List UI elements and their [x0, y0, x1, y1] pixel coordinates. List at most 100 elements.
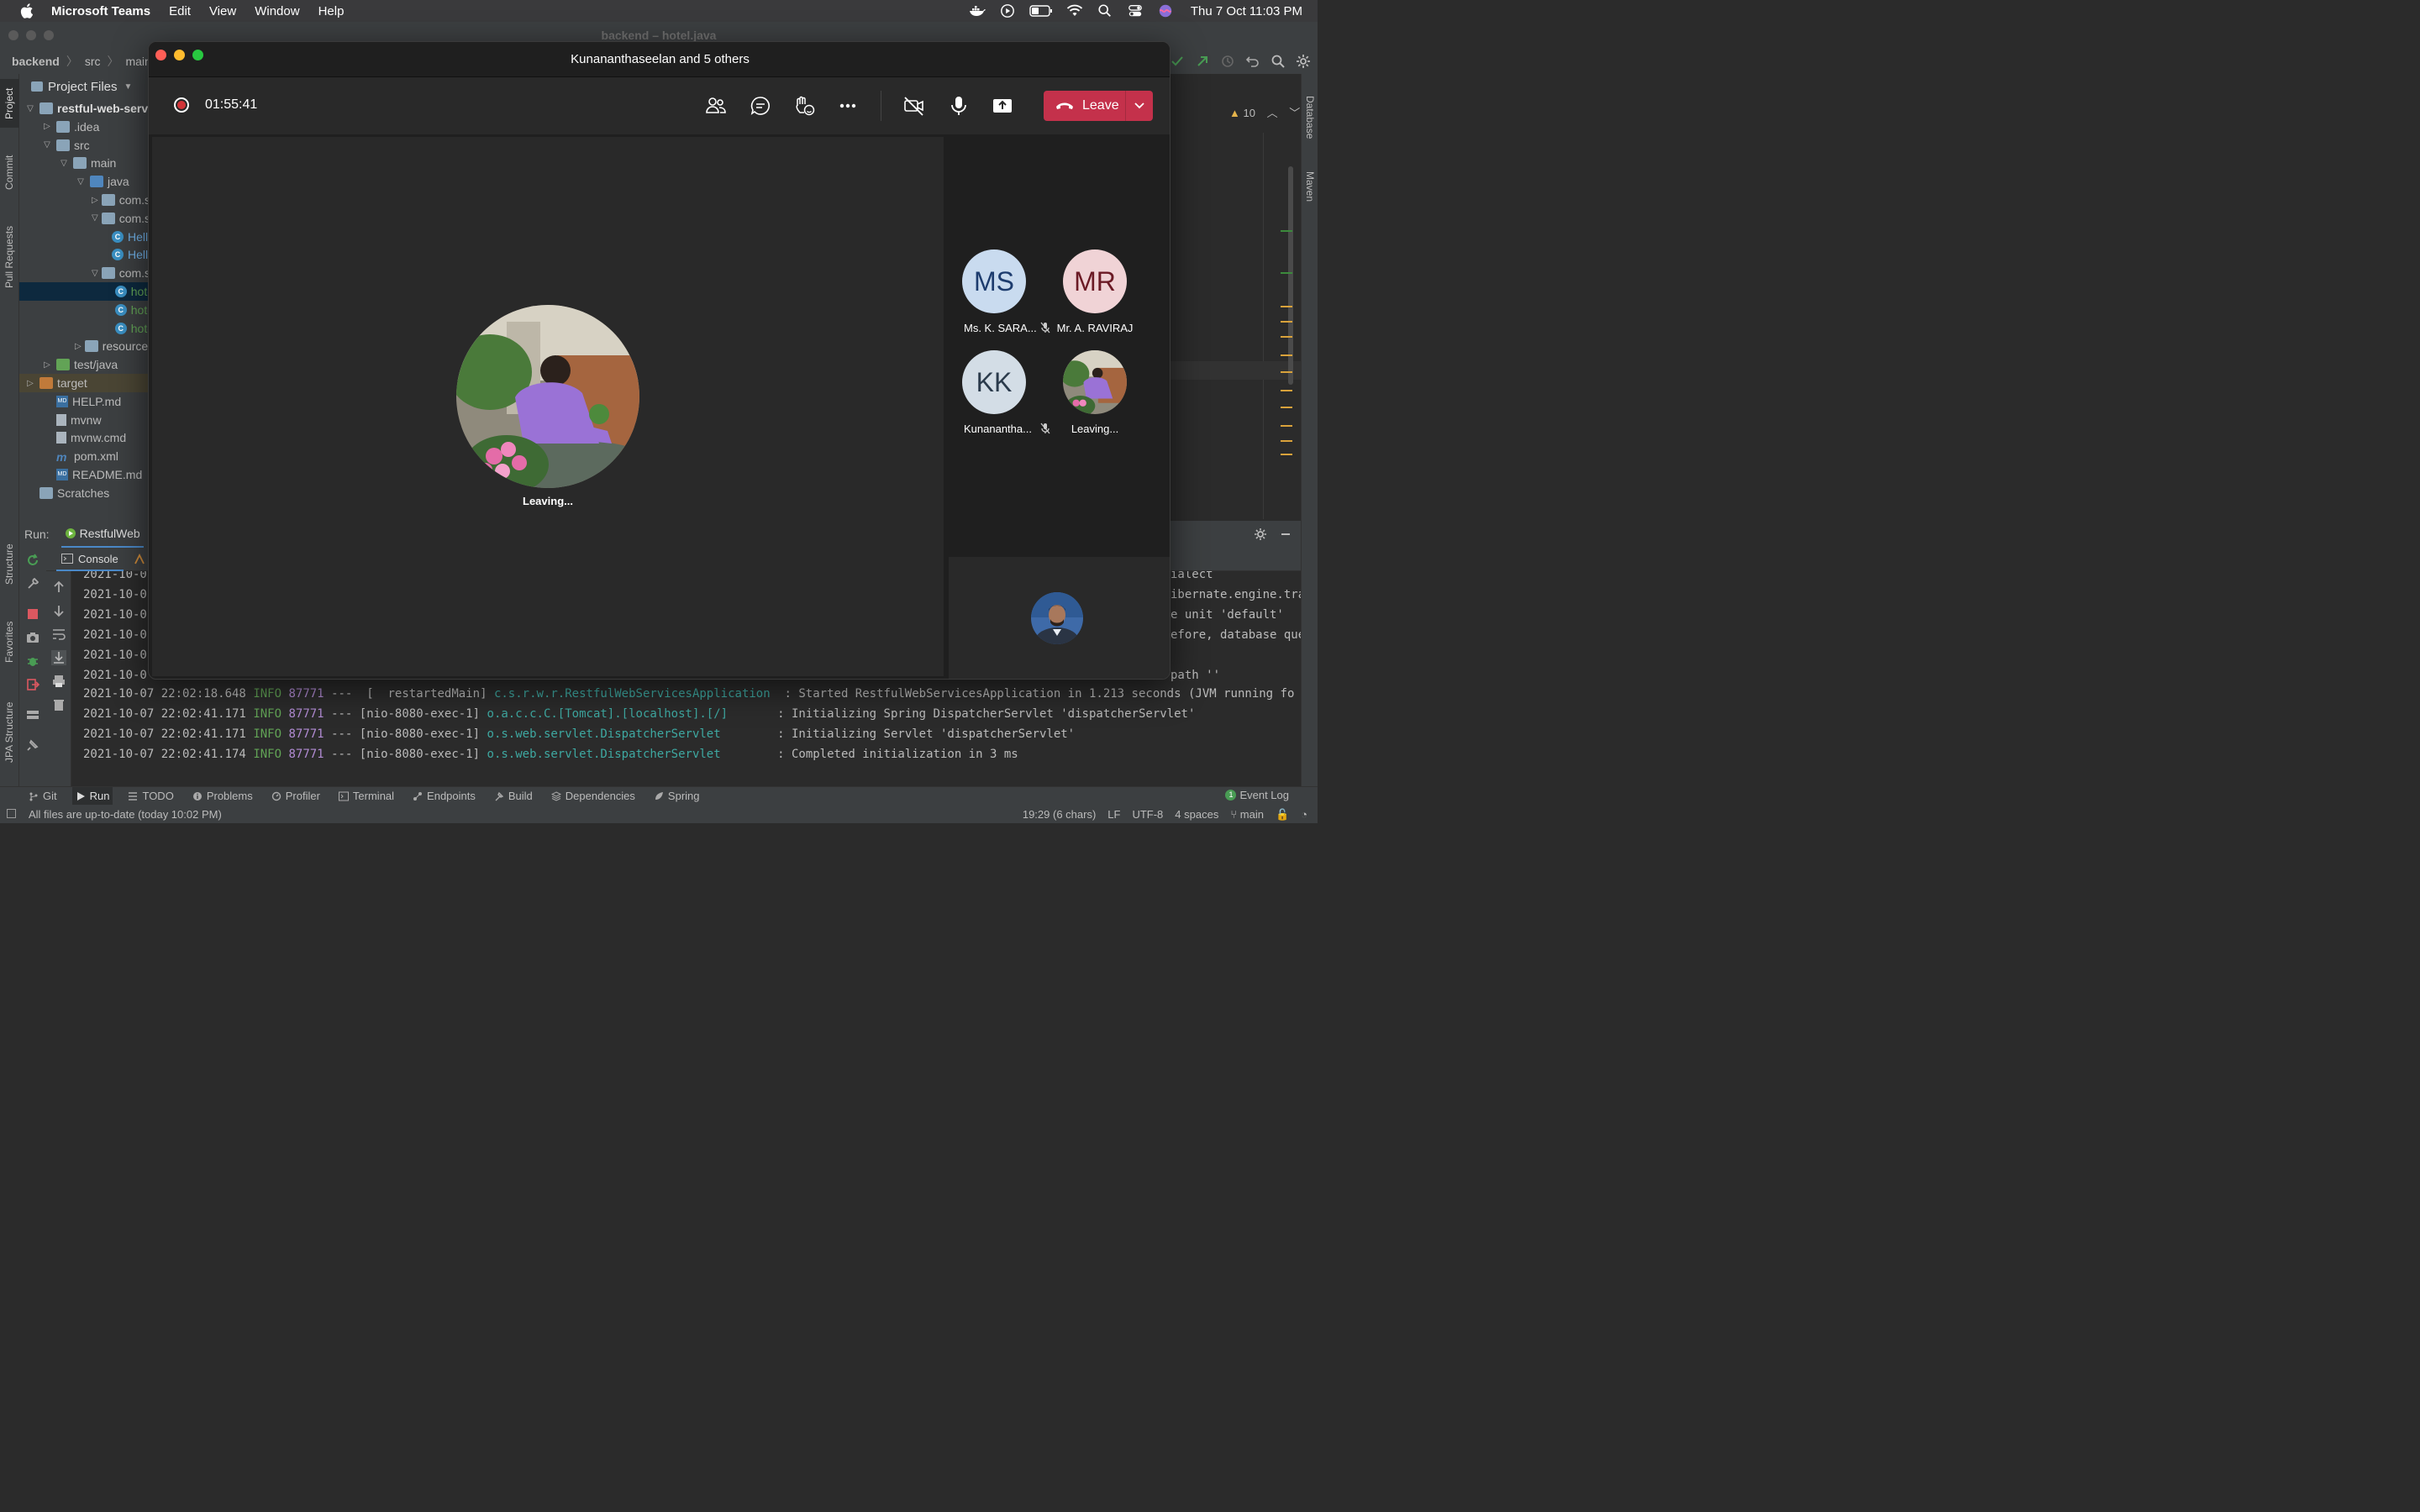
chevron-down-icon[interactable]: ▽	[92, 269, 98, 278]
more-actions-button[interactable]	[836, 94, 860, 118]
minimize-panel-icon[interactable]	[1279, 528, 1292, 541]
chevron-right-icon[interactable]: ▷	[75, 342, 82, 351]
exit-icon[interactable]	[25, 677, 40, 692]
rerun-icon[interactable]	[25, 553, 40, 568]
bottom-tab-build[interactable]: Build	[491, 787, 536, 806]
chat-button[interactable]	[749, 94, 772, 118]
menu-window[interactable]: Window	[255, 4, 299, 18]
arrow-up-icon[interactable]	[51, 580, 66, 595]
warning-marker[interactable]	[1281, 425, 1292, 427]
stop-icon[interactable]	[25, 606, 40, 622]
share-screen-button[interactable]	[991, 94, 1014, 118]
chevron-right-icon[interactable]: ▷	[41, 360, 53, 370]
actuator-icon[interactable]	[134, 554, 145, 565]
change-marker[interactable]	[1281, 230, 1292, 232]
trash-icon[interactable]	[51, 697, 66, 712]
warning-marker[interactable]	[1281, 321, 1292, 323]
tree-item[interactable]: ▽ java	[19, 172, 154, 191]
tool-tab-structure[interactable]: Structure	[0, 534, 19, 595]
teams-minimize-button[interactable]	[174, 50, 185, 60]
console-tab[interactable]: Console	[56, 548, 124, 571]
warning-marker[interactable]	[1281, 407, 1292, 408]
warning-marker[interactable]	[1281, 440, 1292, 442]
siri-icon[interactable]	[1157, 3, 1174, 18]
ide-close-button[interactable]	[8, 30, 18, 40]
menu-view[interactable]: View	[209, 4, 236, 18]
teams-close-button[interactable]	[155, 50, 166, 60]
project-panel-header[interactable]: Project Files ▼	[19, 74, 154, 99]
bottom-tab-dependencies[interactable]: Dependencies	[548, 787, 639, 806]
tree-item[interactable]: Chote	[19, 319, 154, 338]
commit-check-icon[interactable]	[1170, 54, 1185, 69]
tree-item[interactable]: ▽ com.ss	[19, 264, 154, 282]
chevron-down-icon[interactable]: ▽	[58, 159, 70, 168]
participant-tile[interactable]: Leaving...	[1044, 350, 1145, 443]
tree-item[interactable]: mvnw	[19, 411, 154, 429]
tree-item[interactable]: m pom.xml	[19, 447, 154, 465]
tree-item[interactable]: ▷ target	[19, 374, 154, 392]
tree-item[interactable]: ▷ resources	[19, 337, 154, 355]
print-icon[interactable]	[51, 674, 66, 689]
docker-icon[interactable]	[969, 3, 986, 18]
battery-icon[interactable]	[1029, 3, 1053, 18]
tool-tab-pull-requests[interactable]: Pull Requests	[0, 215, 19, 299]
bottom-tab-spring[interactable]: Spring	[650, 787, 703, 806]
play-icon[interactable]	[999, 3, 1016, 18]
camera-icon[interactable]	[25, 630, 40, 645]
previous-highlight-icon[interactable]: ︿	[1267, 107, 1278, 119]
chevron-down-icon[interactable]: ▽	[92, 213, 98, 223]
camera-off-button[interactable]	[902, 94, 926, 118]
debug-bug-icon[interactable]	[25, 654, 40, 669]
tool-tab-jpa-structure[interactable]: JPA Structure	[0, 690, 19, 774]
inspection-widget[interactable]: ▲ 10 ︿ ﹀	[1229, 104, 1300, 120]
menu-edit[interactable]: Edit	[169, 4, 191, 18]
bottom-tab-todo[interactable]: TODO	[124, 787, 176, 806]
git-branch-widget[interactable]: ⑂ main	[1230, 808, 1264, 822]
memory-indicator-icon[interactable]: ◔	[1301, 808, 1307, 822]
teams-zoom-button[interactable]	[192, 50, 203, 60]
participant-tile[interactable]: MS Ms. K. SARA...	[944, 249, 1050, 342]
tool-tab-commit[interactable]: Commit	[0, 143, 19, 202]
breadcrumb-project[interactable]: backend	[12, 55, 60, 68]
warning-marker[interactable]	[1281, 454, 1292, 455]
tree-item[interactable]: ▽ com.ss	[19, 209, 154, 228]
gear-icon[interactable]	[1254, 528, 1267, 541]
menubar-clock[interactable]: Thu 7 Oct 11:03 PM	[1191, 4, 1302, 18]
participant-tile[interactable]: MR Mr. A. RAVIRAJ	[1044, 249, 1145, 342]
app-menu[interactable]: Microsoft Teams	[51, 4, 150, 18]
run-config-tab[interactable]: RestfulWeb	[60, 521, 144, 548]
leave-button[interactable]: Leave	[1044, 91, 1126, 121]
warning-marker[interactable]	[1281, 306, 1292, 307]
control-center-icon[interactable]	[1127, 3, 1144, 18]
indent-setting[interactable]: 4 spaces	[1175, 808, 1218, 822]
tool-tab-maven[interactable]: Maven	[1302, 161, 1318, 212]
bottom-tab-profiler[interactable]: Profiler	[268, 787, 324, 806]
wifi-icon[interactable]	[1066, 3, 1083, 18]
tree-item[interactable]: mvnw.cmd	[19, 428, 154, 447]
tree-item[interactable]: MD HELP.md	[19, 392, 154, 411]
toggle-tool-windows-icon[interactable]	[7, 809, 16, 818]
leave-options-dropdown[interactable]	[1126, 91, 1153, 121]
tree-item[interactable]: ▷ com.ss	[19, 191, 154, 209]
microphone-button[interactable]	[947, 94, 971, 118]
tree-item[interactable]: ▽ src	[19, 136, 154, 155]
ide-minimize-button[interactable]	[26, 30, 36, 40]
rollback-icon[interactable]	[1245, 54, 1260, 69]
main-speaker-avatar[interactable]	[456, 305, 639, 488]
tool-tab-favorites[interactable]: Favorites	[0, 612, 19, 672]
caret-position[interactable]: 19:29 (6 chars)	[1023, 808, 1096, 822]
apple-menu-icon[interactable]	[18, 2, 36, 20]
layout-icon[interactable]	[25, 707, 40, 722]
bottom-tab-terminal[interactable]: Terminal	[335, 787, 397, 806]
tree-item[interactable]: Chote	[19, 282, 154, 301]
editor-scrollbar[interactable]	[1288, 166, 1293, 385]
tree-item[interactable]: Chote	[19, 301, 154, 319]
change-marker[interactable]	[1281, 272, 1292, 274]
pin-icon[interactable]	[25, 738, 40, 753]
tree-item[interactable]: C Hello	[19, 228, 154, 246]
tree-item[interactable]: MD README.md	[19, 465, 154, 484]
menu-help[interactable]: Help	[318, 4, 345, 18]
search-everywhere-icon[interactable]	[1270, 54, 1286, 69]
bottom-tab-problems[interactable]: Problems	[189, 787, 256, 806]
chevron-right-icon[interactable]: ▷	[41, 122, 53, 131]
